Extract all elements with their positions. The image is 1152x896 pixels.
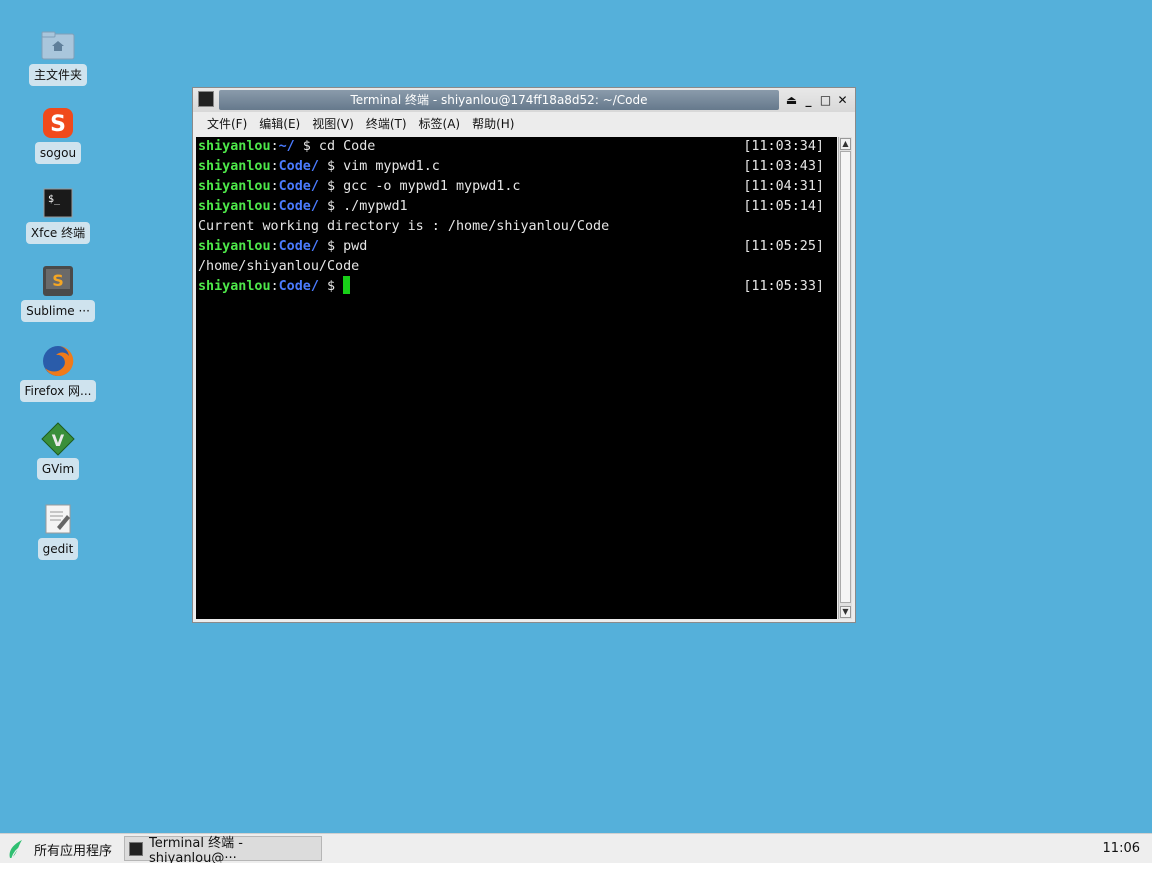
command-text: $ cd Code [294, 139, 376, 154]
desktop-icon-label: Firefox 网... [19, 380, 97, 402]
desktop-icon-label: Sublime ··· [21, 300, 95, 322]
desktop-icon-gedit[interactable]: gedit [0, 502, 116, 560]
terminal-line: shiyanlou:Code/ $ gcc -o mypwd1 mypwd1.c… [198, 177, 830, 197]
timestamp: [11:03:43] [743, 159, 824, 174]
desktop-icon-sogou[interactable]: S sogou [0, 106, 116, 164]
window-title: Terminal 终端 - shiyanlou@174ff18a8d52: ~/… [219, 90, 779, 110]
terminal-icon [129, 841, 144, 856]
desktop-icon-label: GVim [36, 458, 80, 480]
desktop-icon-gvim[interactable]: V GVim [0, 422, 116, 480]
prompt-user: shiyanlou [198, 279, 271, 294]
svg-text:S: S [50, 112, 66, 137]
screen-bottom-area [0, 863, 1152, 896]
menu-view[interactable]: 视图(V) [312, 112, 354, 136]
prompt-user: shiyanlou [198, 159, 271, 174]
arrow-up-icon: ▲ [842, 139, 849, 148]
prompt-user: shiyanlou [198, 199, 271, 214]
desktop-icon-label: sogou [34, 142, 82, 164]
prompt-user: shiyanlou [198, 239, 271, 254]
command-text: $ vim mypwd1.c [318, 159, 440, 174]
timestamp: [11:05:25] [743, 239, 824, 254]
timestamp: [11:03:34] [743, 139, 824, 154]
terminal-app-icon[interactable] [198, 91, 214, 107]
menu-terminal[interactable]: 终端(T) [366, 112, 407, 136]
taskbar-item-terminal[interactable]: Terminal 终端 - shiyanlou@··· [124, 836, 322, 866]
svg-text:S: S [52, 271, 64, 290]
timestamp: [11:04:31] [743, 179, 824, 194]
minimize-button[interactable]: _ [801, 92, 816, 107]
prompt-path: Code/ [278, 199, 319, 214]
terminal-window[interactable]: Terminal 终端 - shiyanlou@174ff18a8d52: ~/… [192, 87, 856, 623]
terminal-line: shiyanlou:Code/ $ ./mypwd1 [11:05:14] [198, 197, 830, 217]
desktop-icon-label: gedit [37, 538, 79, 560]
svg-text:$_: $_ [48, 194, 61, 205]
scroll-down-button[interactable]: ▼ [840, 606, 851, 618]
close-icon: ✕ [837, 92, 848, 107]
scroll-up-button[interactable]: ▲ [840, 138, 851, 150]
shade-window-button[interactable]: ⏏ [784, 92, 799, 107]
menu-help[interactable]: 帮助(H) [472, 112, 514, 136]
timestamp: [11:05:33] [743, 279, 824, 294]
gvim-icon: V [41, 422, 75, 456]
taskbar-item-label: Terminal 终端 - shiyanlou@··· [149, 835, 243, 866]
maximize-button[interactable]: □ [818, 92, 833, 107]
menu-edit[interactable]: 编辑(E) [259, 112, 300, 136]
home-folder-icon [41, 28, 75, 62]
timestamp: [11:05:14] [743, 199, 824, 214]
command-text: $ gcc -o mypwd1 mypwd1.c [318, 179, 521, 194]
terminal-line: shiyanlou:Code/ $ pwd [11:05:25] [198, 237, 830, 257]
sogou-icon: S [41, 106, 75, 140]
prompt-path: Code/ [278, 159, 319, 174]
minimize-icon: _ [805, 92, 812, 107]
command-text: $ [318, 279, 344, 294]
svg-text:V: V [52, 431, 65, 450]
terminal-line: shiyanlou:Code/ $ [11:05:33] [198, 275, 830, 297]
eject-icon: ⏏ [785, 92, 798, 107]
maximize-icon: □ [819, 92, 832, 107]
scrollbar-thumb[interactable] [840, 151, 851, 603]
clock[interactable]: 11:06 [1103, 841, 1140, 856]
terminal-icon: $_ [41, 186, 75, 220]
applications-menu-button[interactable]: 所有应用程序 [6, 837, 112, 861]
prompt-user: shiyanlou [198, 179, 271, 194]
desktop-icon-sublime[interactable]: S Sublime ··· [0, 264, 116, 322]
desktop-icon-label: 主文件夹 [28, 64, 87, 86]
desktop-icon-xfce-terminal[interactable]: $_ Xfce 终端 [0, 186, 116, 244]
terminal-output-line: Current working directory is : /home/shi… [198, 219, 610, 234]
command-text: $ ./mypwd1 [318, 199, 408, 214]
desktop-icon-firefox[interactable]: Firefox 网... [0, 344, 116, 402]
app-menu-logo-icon [9, 840, 23, 859]
prompt-path: Code/ [278, 239, 319, 254]
arrow-down-icon: ▼ [842, 607, 849, 616]
menubar: 文件(F) 编辑(E) 视图(V) 终端(T) 标签(A) 帮助(H) [193, 112, 855, 136]
command-text: $ pwd [318, 239, 368, 254]
firefox-icon [41, 344, 75, 378]
desktop-icon-label: Xfce 终端 [25, 222, 91, 244]
sublime-icon: S [41, 264, 75, 298]
window-titlebar[interactable]: Terminal 终端 - shiyanlou@174ff18a8d52: ~/… [193, 88, 855, 112]
desktop-icon-home[interactable]: 主文件夹 [0, 28, 116, 86]
taskbar: 所有应用程序 Terminal 终端 - shiyanlou@··· 11:06 [0, 833, 1152, 866]
gedit-icon [41, 502, 75, 536]
prompt-user: shiyanlou [198, 139, 271, 154]
terminal-scrollbar[interactable]: ▲ ▼ [838, 137, 852, 619]
terminal-line: shiyanlou:~/ $ cd Code [11:03:34] [198, 137, 830, 157]
prompt-path: ~/ [278, 139, 295, 154]
applications-menu-label: 所有应用程序 [34, 843, 113, 859]
terminal-output-line: /home/shiyanlou/Code [198, 259, 360, 274]
prompt-path: Code/ [278, 179, 319, 194]
prompt-path: Code/ [278, 279, 319, 294]
terminal-line: shiyanlou:Code/ $ vim mypwd1.c [11:03:43] [198, 157, 830, 177]
terminal-output[interactable]: shiyanlou:~/ $ cd Code [11:03:34] shiyanl… [196, 137, 837, 619]
menu-tabs[interactable]: 标签(A) [419, 112, 461, 136]
menu-file[interactable]: 文件(F) [207, 112, 247, 136]
terminal-cursor [343, 275, 351, 294]
close-button[interactable]: ✕ [835, 92, 850, 107]
